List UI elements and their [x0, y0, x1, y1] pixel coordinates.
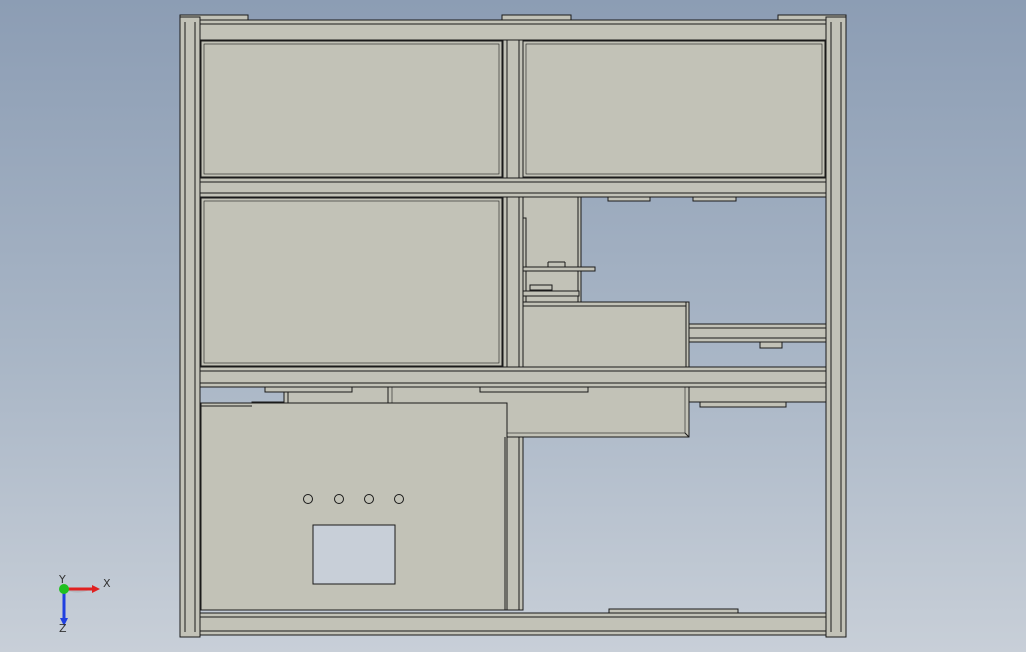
- right-lower-rail: [688, 386, 827, 403]
- y-axis-label: Y: [58, 573, 66, 586]
- x-axis-arrow-head: [92, 585, 100, 593]
- top-cap-middle: [501, 14, 572, 21]
- coordinate-triad: X Y Z: [58, 573, 111, 635]
- cad-model-drawing[interactable]: X Y Z: [0, 0, 1026, 652]
- x-axis-label: X: [103, 577, 111, 590]
- right-post: [825, 16, 847, 638]
- top-rail: [199, 19, 827, 41]
- upper-rail: [199, 177, 827, 198]
- bottom-rail: [199, 612, 827, 636]
- indicator-hole-4: [394, 494, 404, 504]
- panel-top-right: [522, 40, 826, 178]
- mechanism-bracket: [522, 266, 596, 272]
- right-short-rail: [688, 323, 827, 343]
- indicator-hole-1: [303, 494, 313, 504]
- indicator-hole-3: [364, 494, 374, 504]
- left-post: [179, 16, 201, 638]
- middle-rail: [199, 366, 827, 388]
- panel-middle-left: [200, 197, 503, 367]
- panel-top-left: [200, 40, 503, 178]
- display-window: [312, 524, 396, 585]
- z-axis-label: Z: [59, 622, 67, 635]
- indicator-hole-2: [334, 494, 344, 504]
- cad-graphics-viewport[interactable]: X Y Z: [0, 0, 1026, 652]
- drawer-box: [522, 301, 690, 370]
